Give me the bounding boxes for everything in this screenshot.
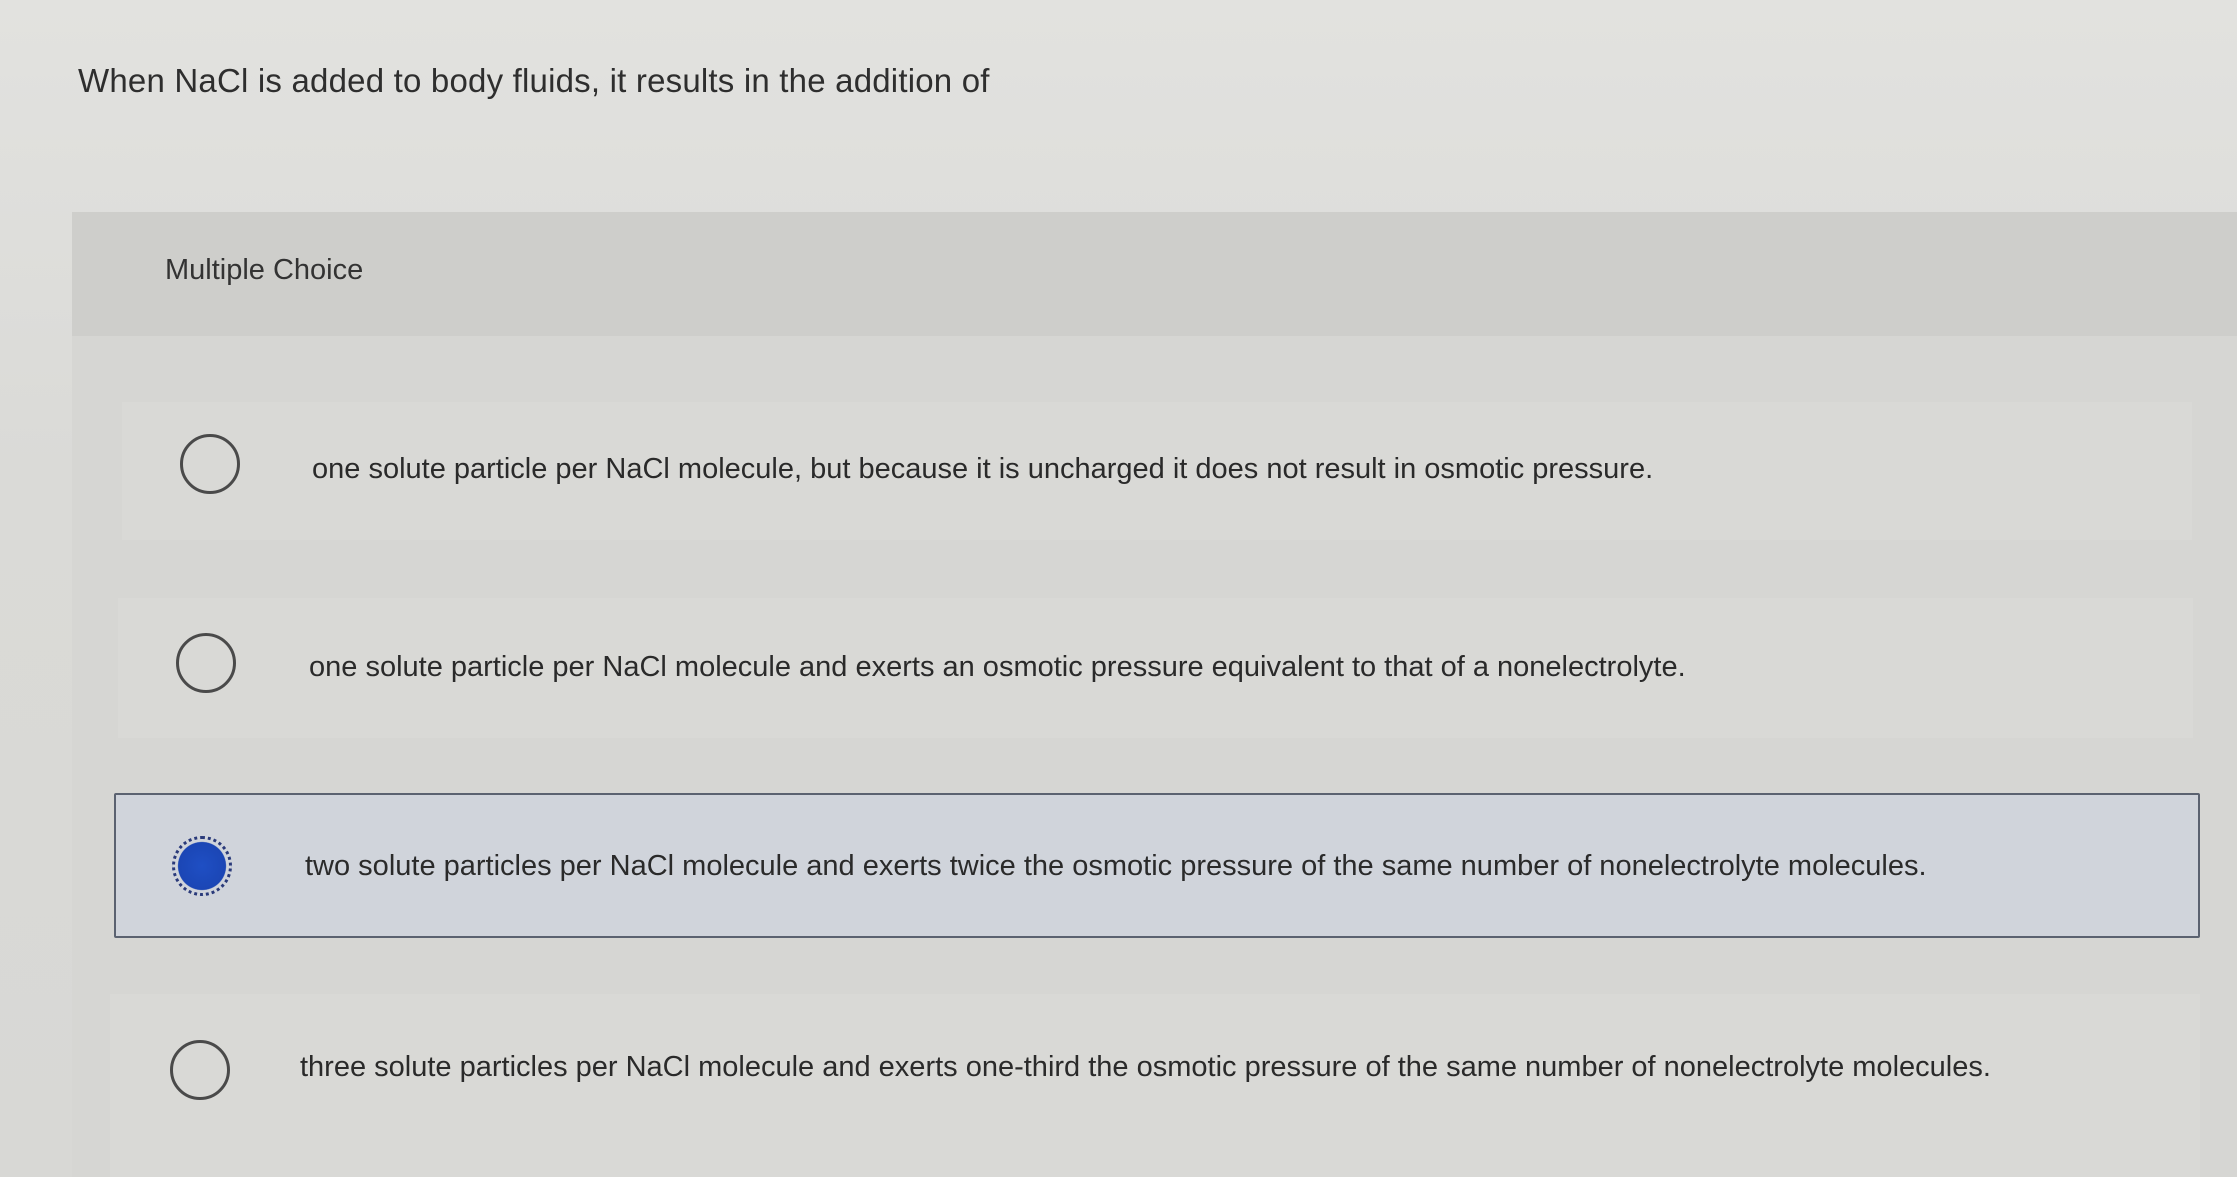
- quiz-page: When NaCl is added to body fluids, it re…: [0, 0, 2237, 1177]
- radio-button-4[interactable]: [170, 1040, 230, 1100]
- question-text: When NaCl is added to body fluids, it re…: [78, 62, 990, 99]
- answer-option-2-text: one solute particle per NaCl molecule an…: [309, 651, 1686, 683]
- radio-button-3-selected[interactable]: [172, 836, 232, 896]
- answer-option-3-text: two solute particles per NaCl molecule a…: [305, 850, 1927, 882]
- answer-option-1-text: one solute particle per NaCl molecule, b…: [312, 453, 1654, 485]
- radio-button-2[interactable]: [176, 633, 236, 693]
- answer-option-4-text: three solute particles per NaCl molecule…: [300, 1051, 1991, 1083]
- multiple-choice-label: Multiple Choice: [165, 254, 364, 286]
- multiple-choice-header: [72, 212, 2237, 336]
- radio-button-1[interactable]: [180, 434, 240, 494]
